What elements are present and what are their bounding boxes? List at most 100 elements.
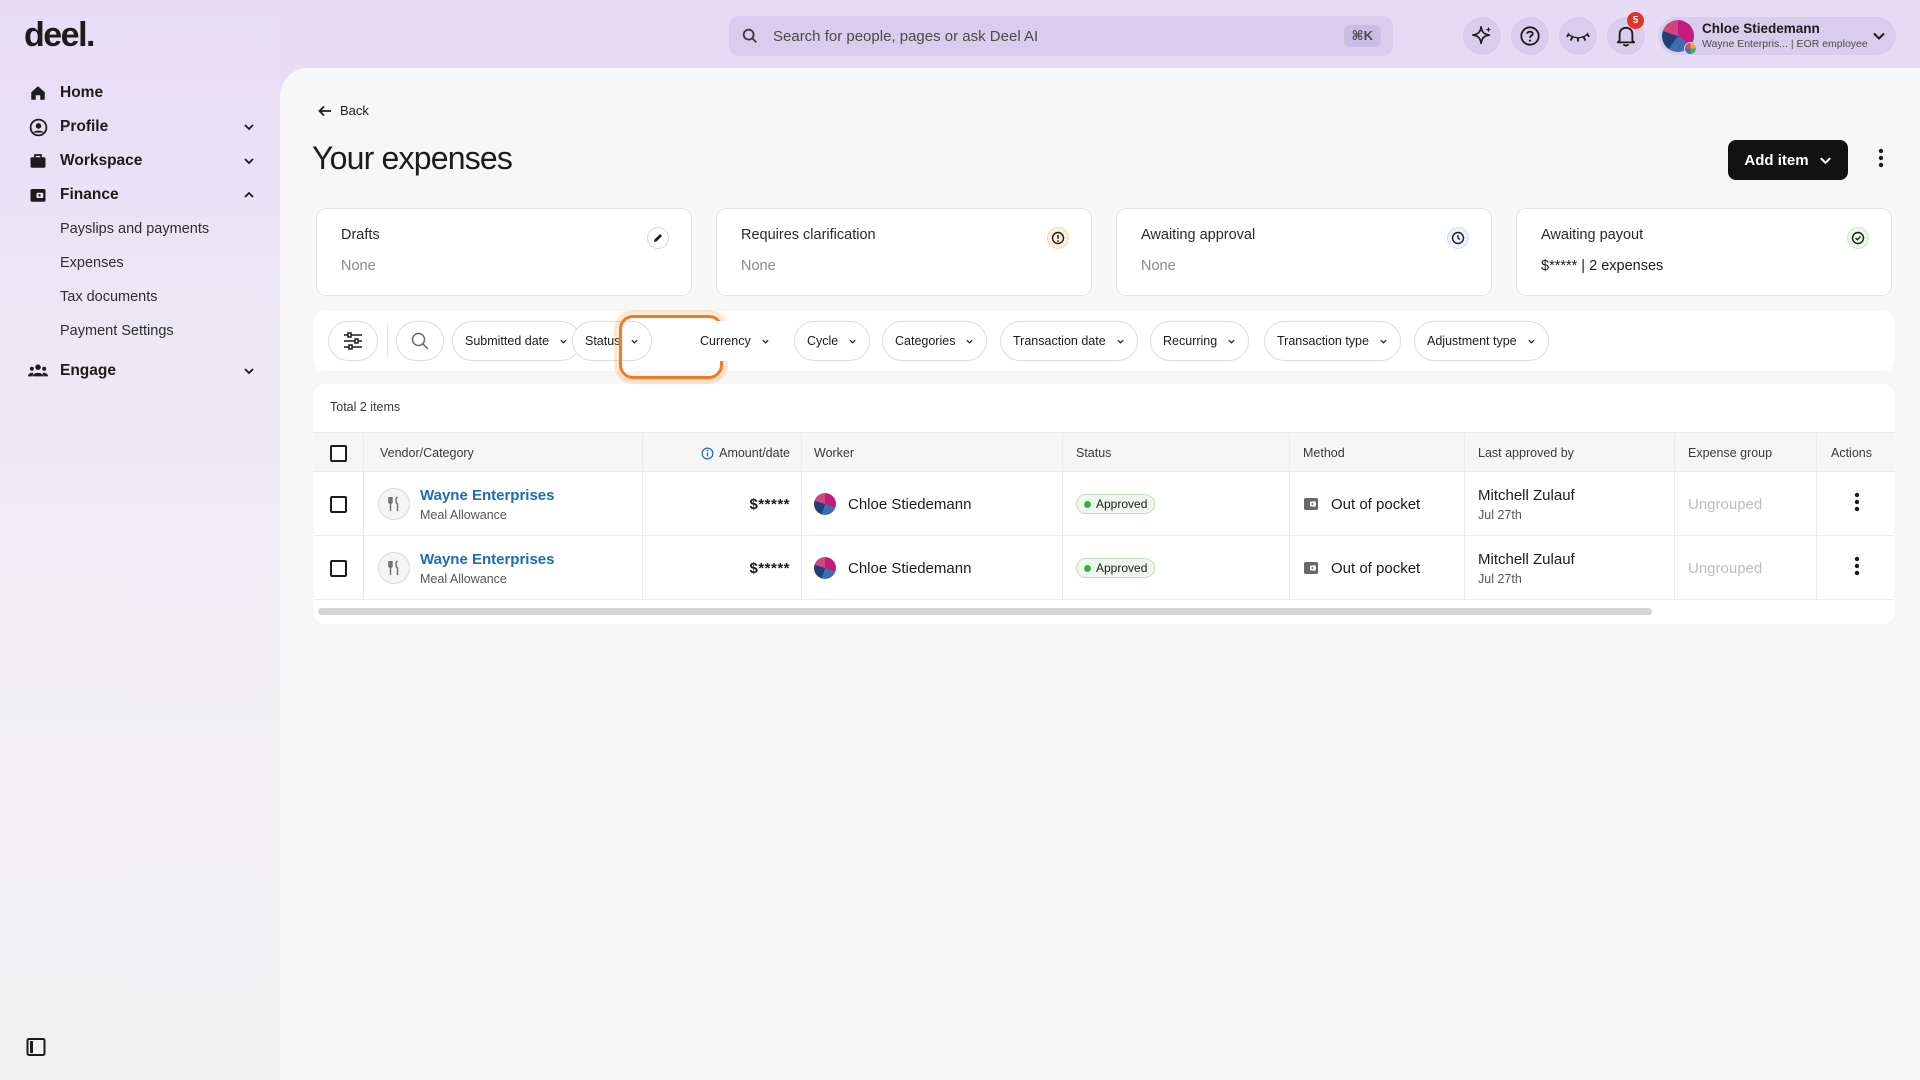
chevron-down-icon	[1228, 339, 1235, 344]
status-badge: Approved	[1076, 494, 1156, 514]
sidebar-item-engage[interactable]: Engage	[0, 354, 280, 388]
actions-cell	[1847, 472, 1867, 536]
summary-card-requires-clarification[interactable]: Requires clarification None	[716, 208, 1092, 296]
global-search[interactable]: ⌘K	[729, 16, 1393, 56]
summary-card-awaiting-approval[interactable]: Awaiting approval None	[1116, 208, 1492, 296]
expenses-table: Vendor/Category Amount/date Worker Statu…	[314, 432, 1894, 600]
approver-text: Mitchell Zulauf Jul 27th	[1478, 551, 1575, 586]
company-logo-icon	[1684, 42, 1697, 55]
column-header-last-approved[interactable]: Last approved by	[1478, 433, 1574, 473]
wallet-icon	[1304, 498, 1318, 510]
chevron-down-icon	[966, 339, 974, 344]
add-item-label: Add item	[1744, 151, 1809, 169]
user-info: Chloe Stiedemann Wayne Enterpris... | EO…	[1702, 21, 1872, 50]
sidebar-subitem-payslips[interactable]: Payslips and payments	[0, 212, 280, 246]
card-value: $***** | 2 expenses	[1541, 258, 1664, 274]
approved-date: Jul 27th	[1478, 507, 1522, 522]
vendor-cell: Wayne Enterprises Meal Allowance	[378, 472, 555, 536]
approver-name: Mitchell Zulauf	[1478, 550, 1575, 568]
status-cell: Approved	[1076, 472, 1156, 536]
search-input[interactable]	[773, 27, 1344, 45]
sidebar-item-home[interactable]: Home	[0, 76, 280, 110]
deel-logo[interactable]: deel.	[24, 16, 95, 55]
column-header-status[interactable]: Status	[1076, 433, 1111, 473]
horizontal-scrollbar[interactable]	[318, 608, 1652, 615]
table-row[interactable]: Wayne Enterprises Meal Allowance $***** …	[314, 536, 1894, 600]
user-subtitle: Wayne Enterpris... | EOR employee	[1702, 37, 1868, 50]
filter-transaction-type[interactable]: Transaction type	[1264, 321, 1401, 361]
filter-settings-button[interactable]	[328, 321, 378, 361]
check-circle-icon	[1847, 227, 1869, 249]
column-header-amount[interactable]: Amount/date	[688, 433, 790, 473]
select-all-checkbox[interactable]	[330, 444, 347, 462]
privacy-toggle-button[interactable]	[1559, 17, 1597, 55]
back-link[interactable]: Back	[318, 103, 369, 118]
filter-currency[interactable]: Currency	[697, 321, 773, 361]
method-label: Out of pocket	[1331, 495, 1421, 513]
column-header-expense-group[interactable]: Expense group	[1688, 433, 1772, 473]
method-cell: Out of pocket	[1303, 472, 1420, 536]
table-row[interactable]: Wayne Enterprises Meal Allowance $***** …	[314, 472, 1894, 536]
chevron-down-icon	[560, 339, 567, 344]
sidebar-subitem-payment-settings[interactable]: Payment Settings	[0, 314, 280, 348]
card-title: Drafts	[341, 227, 380, 243]
filter-transaction-date[interactable]: Transaction date	[1000, 321, 1138, 361]
avatar	[814, 493, 836, 515]
vendor-category: Meal Allowance	[420, 507, 507, 522]
user-menu[interactable]: Chloe Stiedemann Wayne Enterpris... | EO…	[1658, 17, 1896, 55]
row-actions-button[interactable]	[1847, 556, 1867, 580]
chevron-up-icon	[244, 191, 254, 198]
filter-submitted-date[interactable]: Submitted date	[452, 321, 582, 361]
vendor-link[interactable]: Wayne Enterprises	[420, 551, 555, 568]
main-content: Back Your expenses Add item Drafts None …	[280, 68, 1920, 1080]
approved-date: Jul 27th	[1478, 571, 1522, 586]
vendor-category: Meal Allowance	[420, 571, 507, 586]
column-header-method[interactable]: Method	[1303, 433, 1345, 473]
sidebar-collapse-icon[interactable]	[26, 1037, 48, 1059]
approver-cell: Mitchell Zulauf Jul 27th	[1478, 536, 1575, 600]
chevron-down-icon	[244, 368, 254, 375]
row-select-cell	[330, 536, 347, 600]
sidebar-item-profile[interactable]: Profile	[0, 110, 280, 144]
notifications-button[interactable]: 5	[1607, 12, 1645, 55]
approver-cell: Mitchell Zulauf Jul 27th	[1478, 472, 1575, 536]
sidebar-item-workspace[interactable]: Workspace	[0, 144, 280, 178]
row-checkbox[interactable]	[330, 559, 347, 577]
notification-count-badge: 5	[1627, 12, 1644, 29]
summary-cards: Drafts None Requires clarification None …	[316, 208, 1892, 296]
help-button[interactable]	[1511, 17, 1549, 55]
sidebar-subitem-tax-documents[interactable]: Tax documents	[0, 280, 280, 314]
add-item-button[interactable]: Add item	[1728, 140, 1848, 180]
chevron-down-icon	[1819, 156, 1831, 164]
amount-cell: $*****	[749, 559, 790, 577]
sidebar-item-label: Engage	[60, 362, 116, 379]
card-value: None	[341, 258, 376, 274]
filter-status[interactable]: Status	[572, 321, 653, 361]
filter-adjustment-type[interactable]: Adjustment type	[1414, 321, 1549, 361]
info-icon	[1047, 227, 1069, 249]
vendor-text: Wayne Enterprises Meal Allowance	[420, 551, 555, 586]
column-header-vendor[interactable]: Vendor/Category	[380, 433, 474, 473]
filter-categories[interactable]: Categories	[882, 321, 988, 361]
summary-card-awaiting-payout[interactable]: Awaiting payout $***** | 2 expenses	[1516, 208, 1892, 296]
ai-sparkle-button[interactable]	[1463, 17, 1501, 55]
search-shortcut-hint: ⌘K	[1343, 25, 1381, 47]
sidebar-item-finance[interactable]: Finance	[0, 178, 280, 212]
filter-cycle[interactable]: Cycle	[794, 321, 871, 361]
worker-name: Chloe Stiedemann	[848, 559, 972, 577]
column-header-worker[interactable]: Worker	[814, 433, 854, 473]
sidebar-subitem-expenses[interactable]: Expenses	[0, 246, 280, 280]
row-actions-button[interactable]	[1847, 492, 1867, 516]
filter-bar: Submitted date Status Currency Cycle Cat…	[314, 311, 1894, 379]
filter-search-button[interactable]	[396, 321, 444, 361]
more-options-button[interactable]	[1870, 148, 1892, 172]
chevron-down-icon	[1873, 32, 1885, 40]
column-divider	[801, 432, 802, 600]
card-value: None	[1141, 258, 1176, 274]
vendor-text: Wayne Enterprises Meal Allowance	[420, 487, 555, 522]
summary-card-drafts[interactable]: Drafts None	[316, 208, 692, 296]
filter-recurring[interactable]: Recurring	[1150, 321, 1250, 361]
people-icon	[28, 361, 48, 381]
row-checkbox[interactable]	[330, 495, 347, 513]
vendor-link[interactable]: Wayne Enterprises	[420, 487, 555, 504]
